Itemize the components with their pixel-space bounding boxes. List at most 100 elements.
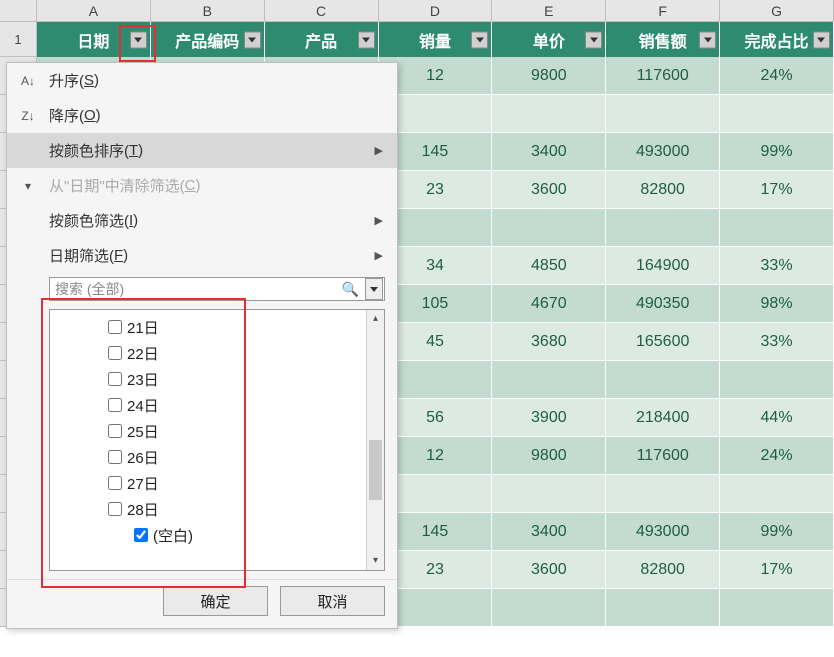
cancel-button[interactable]: 取消: [280, 586, 385, 616]
cell-price[interactable]: 9800: [492, 57, 606, 95]
cell-price[interactable]: [492, 209, 606, 247]
cell-pct[interactable]: 24%: [720, 437, 834, 475]
tree-item[interactable]: 25日: [108, 418, 366, 444]
cell-revenue[interactable]: [606, 95, 720, 133]
cell-price[interactable]: 3400: [492, 513, 606, 551]
cell-pct[interactable]: 24%: [720, 57, 834, 95]
search-dropdown-button[interactable]: [365, 278, 383, 300]
cell-pct[interactable]: [720, 95, 834, 133]
sort-ascending[interactable]: A↓ 升序(S): [7, 63, 397, 98]
cell-price[interactable]: 3600: [492, 171, 606, 209]
scroll-down-icon[interactable]: ▾: [367, 552, 384, 570]
cell-revenue[interactable]: 165600: [606, 323, 720, 361]
tree-scrollbar[interactable]: ▴ ▾: [366, 310, 384, 570]
select-all-corner[interactable]: [0, 0, 37, 22]
tree-checkbox[interactable]: [108, 372, 122, 386]
cell-price[interactable]: [492, 95, 606, 133]
sort-by-color[interactable]: 按颜色排序(T) ▶: [7, 133, 397, 168]
cell-price[interactable]: 4850: [492, 247, 606, 285]
cell-revenue[interactable]: 82800: [606, 551, 720, 589]
col-B[interactable]: B: [151, 0, 265, 22]
cell-revenue[interactable]: [606, 475, 720, 513]
tree-item[interactable]: 27日: [108, 470, 366, 496]
row-number-1[interactable]: 1: [0, 22, 37, 57]
cell-pct[interactable]: 99%: [720, 513, 834, 551]
cell-revenue[interactable]: 117600: [606, 57, 720, 95]
col-E[interactable]: E: [492, 0, 606, 22]
ok-button[interactable]: 确定: [163, 586, 268, 616]
col-A[interactable]: A: [37, 0, 151, 22]
cell-revenue[interactable]: 218400: [606, 399, 720, 437]
filter-by-color[interactable]: 按颜色筛选(I) ▶: [7, 203, 397, 238]
tree-item[interactable]: 23日: [108, 366, 366, 392]
filter-button-pct[interactable]: [813, 31, 830, 48]
cell-pct[interactable]: [720, 209, 834, 247]
cell-pct[interactable]: 17%: [720, 171, 834, 209]
cell-price[interactable]: 3400: [492, 133, 606, 171]
cell-pct[interactable]: 17%: [720, 551, 834, 589]
tree-item[interactable]: 24日: [108, 392, 366, 418]
filter-button-sales[interactable]: [471, 31, 488, 48]
filter-button-date[interactable]: [130, 31, 147, 48]
tree-checkbox[interactable]: [108, 502, 122, 516]
tree-checkbox[interactable]: [134, 528, 148, 542]
cell-price[interactable]: 4670: [492, 285, 606, 323]
cell-revenue[interactable]: 493000: [606, 133, 720, 171]
tree-item[interactable]: 26日: [108, 444, 366, 470]
tree-item-blank[interactable]: (空白): [108, 522, 366, 548]
cell-revenue[interactable]: [606, 589, 720, 627]
cell-revenue[interactable]: 490350: [606, 285, 720, 323]
cell-pct[interactable]: 33%: [720, 247, 834, 285]
tree-item[interactable]: 28日: [108, 496, 366, 522]
search-row: 🔍: [7, 273, 397, 305]
filter-button-code[interactable]: [244, 31, 261, 48]
chevron-right-icon: ▶: [375, 249, 383, 262]
tree-checkbox[interactable]: [108, 476, 122, 490]
cell-price[interactable]: 3600: [492, 551, 606, 589]
header-sales: 销量: [379, 22, 493, 57]
cell-pct[interactable]: [720, 361, 834, 399]
cell-price[interactable]: 3680: [492, 323, 606, 361]
cell-pct[interactable]: [720, 589, 834, 627]
col-C[interactable]: C: [265, 0, 379, 22]
cell-revenue[interactable]: 164900: [606, 247, 720, 285]
cell-pct[interactable]: 99%: [720, 133, 834, 171]
cell-price[interactable]: [492, 475, 606, 513]
scroll-up-icon[interactable]: ▴: [367, 310, 384, 328]
filter-button-price[interactable]: [585, 31, 602, 48]
cell-revenue[interactable]: 82800: [606, 171, 720, 209]
cell-revenue[interactable]: 493000: [606, 513, 720, 551]
search-icon[interactable]: 🔍: [342, 281, 359, 298]
cell-price[interactable]: [492, 589, 606, 627]
date-filter[interactable]: 日期筛选(F) ▶: [7, 238, 397, 273]
filter-button-product[interactable]: [358, 31, 375, 48]
table-header-row: 1 日期 产品编码 产品 销量 单价 销售额 完成占比: [0, 22, 834, 57]
cell-pct[interactable]: 44%: [720, 399, 834, 437]
tree-checkbox[interactable]: [108, 320, 122, 334]
search-input[interactable]: [49, 277, 385, 301]
cell-price[interactable]: [492, 361, 606, 399]
tree-checkbox[interactable]: [108, 346, 122, 360]
cell-revenue[interactable]: [606, 361, 720, 399]
col-F[interactable]: F: [606, 0, 720, 22]
cell-revenue[interactable]: 117600: [606, 437, 720, 475]
tree-checkbox[interactable]: [108, 398, 122, 412]
header-revenue: 销售额: [606, 22, 720, 57]
cell-pct[interactable]: [720, 475, 834, 513]
filter-button-revenue[interactable]: [699, 31, 716, 48]
cell-pct[interactable]: 98%: [720, 285, 834, 323]
tree-item[interactable]: 22日: [108, 340, 366, 366]
col-G[interactable]: G: [720, 0, 834, 22]
sort-descending[interactable]: Z↓ 降序(O): [7, 98, 397, 133]
clear-filter: ▾ 从"日期"中清除筛选(C): [7, 168, 397, 203]
cell-pct[interactable]: 33%: [720, 323, 834, 361]
cell-price[interactable]: 9800: [492, 437, 606, 475]
cell-revenue[interactable]: [606, 209, 720, 247]
tree-label: (空白): [153, 525, 193, 546]
tree-checkbox[interactable]: [108, 424, 122, 438]
col-D[interactable]: D: [379, 0, 493, 22]
tree-checkbox[interactable]: [108, 450, 122, 464]
tree-item[interactable]: 21日: [108, 314, 366, 340]
cell-price[interactable]: 3900: [492, 399, 606, 437]
scroll-thumb[interactable]: [369, 440, 382, 500]
